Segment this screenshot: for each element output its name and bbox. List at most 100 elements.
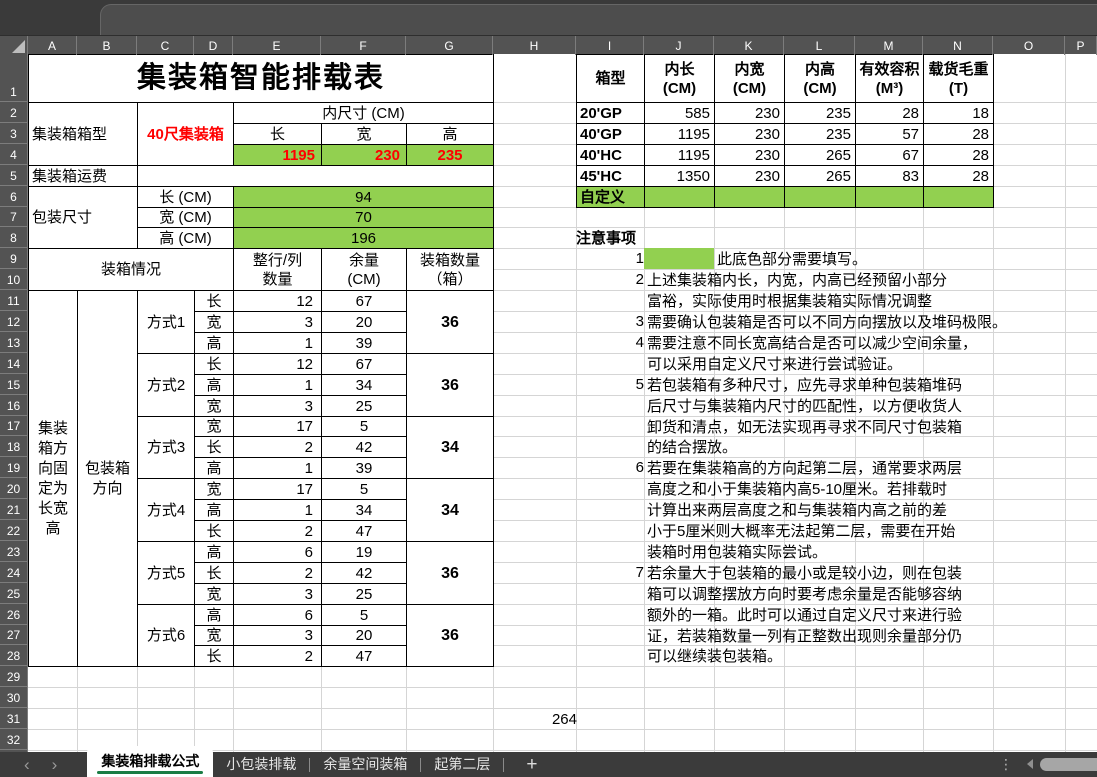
spec-header-cell[interactable]: 内宽 (CM)	[714, 54, 785, 103]
inner-height-cell[interactable]: 235	[406, 144, 494, 166]
row-header-3[interactable]: 3	[0, 123, 27, 144]
method-remainder-cell[interactable]: 19	[321, 541, 407, 563]
method-total-cell[interactable]: 34	[406, 478, 494, 542]
spec-value-cell[interactable]: 265	[784, 144, 856, 166]
method-remainder-cell[interactable]: 67	[321, 353, 407, 375]
spec-header-cell[interactable]: 内长 (CM)	[644, 54, 715, 103]
row-header-14[interactable]: 14	[0, 353, 27, 374]
spec-type-cell[interactable]: 45'HC	[576, 165, 645, 187]
spec-value-cell[interactable]: 230	[714, 144, 785, 166]
inner-length-cell[interactable]: 1195	[233, 144, 322, 166]
spec-header-cell[interactable]: 内高 (CM)	[784, 54, 856, 103]
spec-header-cell[interactable]: 有效容积 (M³)	[855, 54, 924, 103]
inner-width-cell[interactable]: 230	[321, 144, 407, 166]
add-sheet-button[interactable]: +	[526, 754, 537, 776]
container-type-value-cell[interactable]: 40尺集装箱	[137, 102, 234, 166]
method-dim-cell[interactable]: 长	[194, 436, 234, 458]
spec-value-cell[interactable]	[923, 186, 994, 208]
spec-type-cell[interactable]: 40'HC	[576, 144, 645, 166]
method-count-cell[interactable]: 12	[233, 290, 322, 312]
col-header-boxes-cell[interactable]: 装箱数量 （箱）	[406, 248, 494, 291]
method-dim-cell[interactable]: 高	[194, 374, 234, 396]
method-count-cell[interactable]: 3	[233, 395, 322, 417]
spec-value-cell[interactable]	[644, 186, 715, 208]
column-header-I[interactable]: I	[576, 36, 644, 55]
sheet-nav-prev-icon[interactable]: ‹	[24, 752, 30, 777]
column-header-P[interactable]: P	[1065, 36, 1097, 55]
method-dim-cell[interactable]: 长	[194, 353, 234, 375]
package-length-value-cell[interactable]: 94	[233, 186, 494, 208]
package-orientation-label-cell[interactable]: 包装箱方向	[77, 290, 138, 667]
spec-value-cell[interactable]	[855, 186, 924, 208]
method-dim-cell[interactable]: 高	[194, 457, 234, 479]
method-count-cell[interactable]: 12	[233, 353, 322, 375]
dim-header-cell[interactable]: 高	[406, 123, 494, 145]
container-type-label-cell[interactable]: 集装箱箱型	[28, 102, 138, 166]
method-count-cell[interactable]: 2	[233, 436, 322, 458]
spec-value-cell[interactable]: 57	[855, 123, 924, 145]
spec-value-cell[interactable]: 1195	[644, 123, 715, 145]
method-dim-cell[interactable]: 宽	[194, 478, 234, 500]
method-dim-cell[interactable]: 宽	[194, 625, 234, 646]
row-header-9[interactable]: 9	[0, 248, 27, 269]
spec-value-cell[interactable]: 585	[644, 102, 715, 124]
row-header-1[interactable]: 1	[0, 54, 27, 102]
row-header-26[interactable]: 26	[0, 604, 27, 625]
column-header-K[interactable]: K	[714, 36, 784, 55]
spec-value-cell[interactable]: 230	[714, 123, 785, 145]
spec-value-cell[interactable]: 28	[923, 165, 994, 187]
spec-type-cell[interactable]: 40'GP	[576, 123, 645, 145]
package-height-value-cell[interactable]: 196	[233, 227, 494, 249]
row-header-30[interactable]: 30	[0, 687, 27, 708]
method-dim-cell[interactable]: 宽	[194, 395, 234, 417]
method-count-cell[interactable]: 2	[233, 520, 322, 542]
sheet-tab-4[interactable]: 起第二层	[421, 752, 503, 777]
spec-value-cell[interactable]: 67	[855, 144, 924, 166]
method-dim-cell[interactable]: 高	[194, 604, 234, 626]
inner-size-header-cell[interactable]: 内尺寸 (CM)	[233, 102, 494, 124]
col-header-count-cell[interactable]: 整行/列 数量	[233, 248, 322, 291]
spec-type-cell[interactable]: 20'GP	[576, 102, 645, 124]
method-name-cell[interactable]: 方式4	[137, 478, 195, 542]
method-count-cell[interactable]: 1	[233, 332, 322, 354]
row-header-4[interactable]: 4	[0, 144, 27, 165]
method-dim-cell[interactable]: 宽	[194, 583, 234, 605]
column-header-O[interactable]: O	[993, 36, 1065, 55]
spec-header-cell[interactable]: 载货毛重 (T)	[923, 54, 994, 103]
row-header-28[interactable]: 28	[0, 645, 27, 666]
spec-value-cell[interactable]: 235	[784, 102, 856, 124]
method-name-cell[interactable]: 方式2	[137, 353, 195, 417]
spec-value-cell[interactable]: 1195	[644, 144, 715, 166]
method-dim-cell[interactable]: 长	[194, 645, 234, 667]
row-header-6[interactable]: 6	[0, 186, 27, 207]
package-size-label-cell[interactable]: 包装尺寸	[28, 186, 138, 249]
method-remainder-cell[interactable]: 25	[321, 395, 407, 417]
column-header-E[interactable]: E	[233, 36, 321, 55]
method-remainder-cell[interactable]: 39	[321, 457, 407, 479]
method-name-cell[interactable]: 方式6	[137, 604, 195, 667]
method-total-cell[interactable]: 36	[406, 604, 494, 667]
row-header-21[interactable]: 21	[0, 499, 27, 520]
method-remainder-cell[interactable]: 34	[321, 499, 407, 521]
method-total-cell[interactable]: 36	[406, 290, 494, 354]
spec-value-cell[interactable]: 28	[855, 102, 924, 124]
freight-label-cell[interactable]: 集装箱运费	[28, 165, 138, 187]
hscroll-left-arrow-icon[interactable]	[1022, 759, 1033, 769]
select-all-corner[interactable]	[0, 36, 28, 55]
dim-header-cell[interactable]: 宽	[321, 123, 407, 145]
method-remainder-cell[interactable]: 5	[321, 604, 407, 626]
cell-h31-value[interactable]: 264	[493, 708, 583, 730]
method-remainder-cell[interactable]: 42	[321, 436, 407, 458]
method-remainder-cell[interactable]: 25	[321, 583, 407, 605]
spec-value-cell[interactable]: 1350	[644, 165, 715, 187]
row-header-31[interactable]: 31	[0, 708, 27, 729]
row-header-17[interactable]: 17	[0, 416, 27, 436]
method-count-cell[interactable]: 6	[233, 541, 322, 563]
row-header-18[interactable]: 18	[0, 436, 27, 457]
method-count-cell[interactable]: 3	[233, 311, 322, 333]
container-orientation-label-cell[interactable]: 集装箱方向固定为长宽高	[28, 290, 78, 667]
row-header-24[interactable]: 24	[0, 562, 27, 583]
column-header-H[interactable]: H	[493, 36, 576, 55]
method-count-cell[interactable]: 1	[233, 374, 322, 396]
method-remainder-cell[interactable]: 67	[321, 290, 407, 312]
